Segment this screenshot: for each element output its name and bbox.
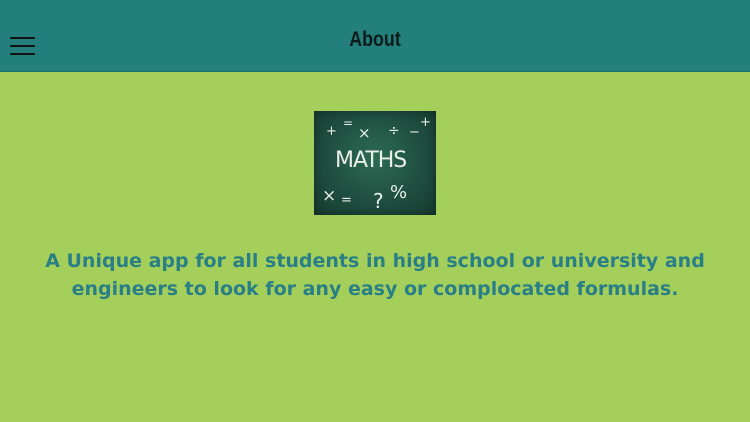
symbol-times-2: ×: [322, 186, 336, 206]
maths-chalkboard-logo: + = × ÷ − + MATHS × = ? %: [314, 111, 436, 215]
top-app-bar: About: [0, 0, 750, 72]
menu-line-bottom: [10, 53, 35, 55]
maths-label: MATHS: [335, 148, 406, 173]
app-root: About + = × ÷ − + MATHS × = ? % A Unique…: [0, 0, 750, 422]
symbol-divide: ÷: [388, 123, 400, 139]
symbol-plus-1: +: [326, 124, 337, 139]
symbol-equals-2: =: [341, 193, 352, 208]
page-title: About: [349, 28, 401, 51]
symbol-percent: %: [390, 182, 407, 203]
symbol-question: ?: [373, 189, 384, 213]
about-description: A Unique app for all students in high sc…: [45, 250, 705, 300]
symbol-equals-1: =: [343, 116, 353, 130]
hamburger-menu-icon[interactable]: [10, 36, 35, 56]
symbol-minus: −: [409, 125, 420, 140]
symbol-times-1: ×: [358, 124, 371, 142]
menu-line-top: [10, 37, 35, 39]
chalkboard-graphic: + = × ÷ − + MATHS × = ? %: [322, 115, 431, 213]
symbol-plus-2: +: [420, 115, 431, 130]
menu-line-middle: [10, 45, 35, 47]
